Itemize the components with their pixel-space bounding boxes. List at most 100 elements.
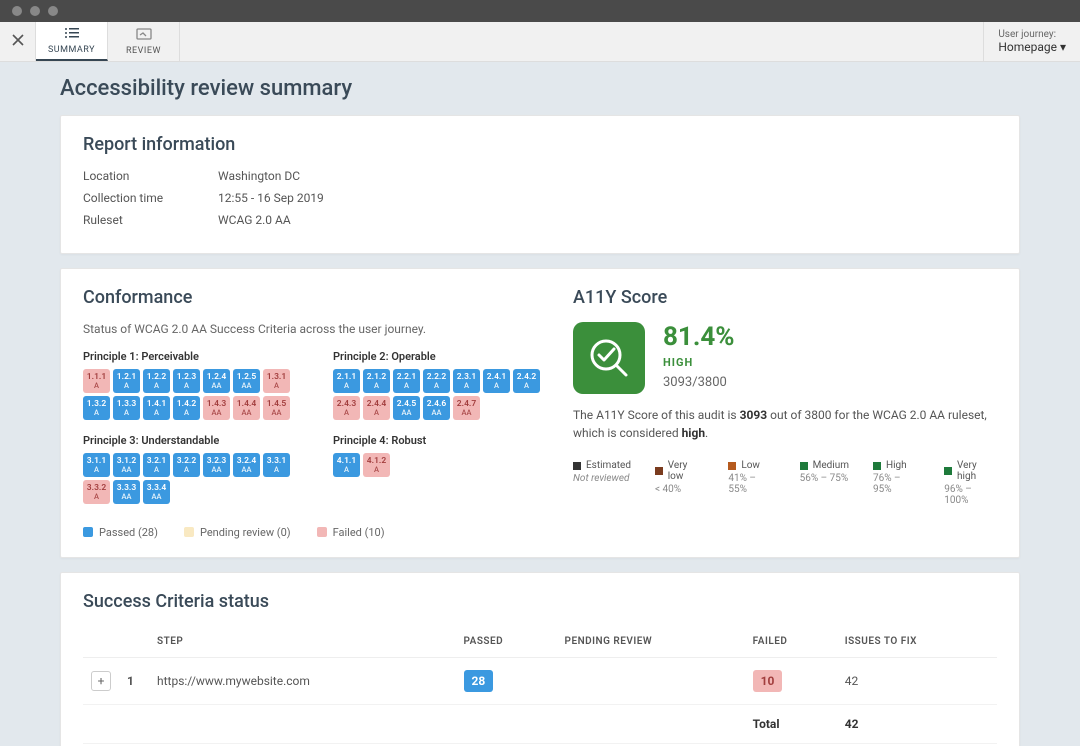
criterion-chip[interactable]: 2.4.5AA bbox=[393, 396, 420, 420]
criterion-chip[interactable]: 2.4.4A bbox=[363, 396, 390, 420]
criterion-chip[interactable]: 3.2.1A bbox=[143, 453, 170, 477]
criterion-chip[interactable]: 3.1.1A bbox=[83, 453, 110, 477]
tab-summary-label: SUMMARY bbox=[48, 45, 95, 55]
criterion-chip[interactable]: 1.3.2A bbox=[83, 396, 110, 420]
principle-title: Principle 2: Operable bbox=[333, 350, 543, 363]
report-info-value: Washington DC bbox=[218, 169, 300, 183]
report-info-heading: Report information bbox=[83, 134, 997, 155]
status-column-header bbox=[119, 626, 149, 658]
user-journey-selector[interactable]: User journey: Homepage ▾ bbox=[983, 22, 1080, 61]
report-info-value: 12:55 - 16 Sep 2019 bbox=[218, 191, 324, 205]
criterion-chip[interactable]: 1.1.1A bbox=[83, 369, 110, 393]
criterion-chip[interactable]: 1.2.2A bbox=[143, 369, 170, 393]
close-icon bbox=[11, 32, 25, 51]
conformance-subtext: Status of WCAG 2.0 AA Success Criteria a… bbox=[83, 322, 543, 336]
criterion-chip[interactable]: 1.4.4AA bbox=[233, 396, 260, 420]
status-heading: Success Criteria status bbox=[83, 591, 997, 612]
row-step: https://www.mywebsite.com bbox=[149, 658, 456, 705]
criterion-chip[interactable]: 1.2.4AA bbox=[203, 369, 230, 393]
criterion-chip[interactable]: 1.4.2A bbox=[173, 396, 200, 420]
window-chrome bbox=[0, 0, 1080, 22]
a11y-legend-item: Very low< 40% bbox=[655, 460, 704, 506]
content-area: Accessibility review summary Report info… bbox=[0, 62, 1080, 746]
user-journey-value: Homepage bbox=[998, 40, 1057, 54]
tab-summary[interactable]: SUMMARY bbox=[36, 22, 108, 61]
topbar: SUMMARY REVIEW User journey: Homepage ▾ bbox=[0, 22, 1080, 62]
criterion-chip[interactable]: 1.4.3AA bbox=[203, 396, 230, 420]
criterion-chip[interactable]: 2.1.1A bbox=[333, 369, 360, 393]
criterion-chip[interactable]: 4.1.2A bbox=[363, 453, 390, 477]
table-row: + 1 https://www.mywebsite.com 28 10 42 bbox=[83, 658, 997, 705]
principle-title: Principle 1: Perceivable bbox=[83, 350, 293, 363]
criterion-chip[interactable]: 1.4.1A bbox=[143, 396, 170, 420]
criterion-chip[interactable]: 2.4.1A bbox=[483, 369, 510, 393]
a11y-legend-item: Very high96% – 100% bbox=[944, 460, 997, 506]
report-info-row: RulesetWCAG 2.0 AA bbox=[83, 213, 997, 227]
criterion-chip[interactable]: 2.4.3A bbox=[333, 396, 360, 420]
principle-block: Principle 1: Perceivable1.1.1A1.2.1A1.2.… bbox=[83, 350, 293, 428]
expand-button[interactable]: + bbox=[91, 671, 111, 691]
a11y-score-label: HIGH bbox=[663, 356, 735, 369]
conformance-legend: Passed (28) Pending review (0) Failed (1… bbox=[83, 526, 543, 539]
status-column-header: ISSUES TO FIX bbox=[837, 626, 997, 658]
criterion-chip[interactable]: 1.2.3A bbox=[173, 369, 200, 393]
traffic-light-max[interactable] bbox=[48, 6, 58, 16]
list-icon bbox=[64, 27, 80, 43]
criterion-chip[interactable]: 4.1.1A bbox=[333, 453, 360, 477]
criterion-chip[interactable]: 3.3.1A bbox=[263, 453, 290, 477]
legend-passed: Passed (28) bbox=[83, 526, 158, 539]
report-info-row: LocationWashington DC bbox=[83, 169, 997, 183]
a11y-legend-item: Medium56% – 75% bbox=[800, 460, 849, 506]
status-column-header: PENDING REVIEW bbox=[557, 626, 745, 658]
criterion-chip[interactable]: 1.2.5AA bbox=[233, 369, 260, 393]
a11y-legend-item: Low41% – 55% bbox=[728, 460, 775, 506]
criterion-chip[interactable]: 1.3.1A bbox=[263, 369, 290, 393]
principle-block: Principle 3: Understandable3.1.1A3.1.2AA… bbox=[83, 434, 293, 512]
legend-failed: Failed (10) bbox=[317, 526, 385, 539]
a11y-heading: A11Y Score bbox=[573, 287, 997, 308]
criterion-chip[interactable]: 1.3.3A bbox=[113, 396, 140, 420]
criterion-chip[interactable]: 3.3.4AA bbox=[143, 480, 170, 504]
criterion-chip[interactable]: 3.2.2A bbox=[173, 453, 200, 477]
status-column-header: PASSED bbox=[456, 626, 557, 658]
a11y-badge-icon bbox=[573, 322, 645, 394]
tab-review[interactable]: REVIEW bbox=[108, 22, 180, 61]
criterion-chip[interactable]: 1.4.5AA bbox=[263, 396, 290, 420]
issues-cell: 42 bbox=[837, 658, 997, 705]
report-info-card: Report information LocationWashington DC… bbox=[60, 115, 1020, 254]
status-column-header bbox=[83, 626, 119, 658]
criterion-chip[interactable]: 3.3.3AA bbox=[113, 480, 140, 504]
principle-block: Principle 2: Operable2.1.1A2.1.2A2.2.1A2… bbox=[333, 350, 543, 428]
criterion-chip[interactable]: 2.3.1A bbox=[453, 369, 480, 393]
card-icon bbox=[136, 28, 152, 44]
criterion-chip[interactable]: 2.2.1A bbox=[393, 369, 420, 393]
status-column-header: STEP bbox=[149, 626, 456, 658]
a11y-legend: EstimatedNot reviewedVery low< 40%Low41%… bbox=[573, 460, 997, 506]
a11y-score-description: The A11Y Score of this audit is 3093 out… bbox=[573, 406, 993, 442]
report-info-row: Collection time12:55 - 16 Sep 2019 bbox=[83, 191, 997, 205]
criterion-chip[interactable]: 2.4.2A bbox=[513, 369, 540, 393]
criterion-chip[interactable]: 1.2.1A bbox=[113, 369, 140, 393]
report-info-label: Location bbox=[83, 169, 218, 183]
traffic-light-min[interactable] bbox=[30, 6, 40, 16]
criterion-chip[interactable]: 3.3.2A bbox=[83, 480, 110, 504]
criterion-chip[interactable]: 3.2.4AA bbox=[233, 453, 260, 477]
a11y-legend-item: High76% – 95% bbox=[873, 460, 920, 506]
close-button[interactable] bbox=[0, 22, 36, 61]
pending-cell bbox=[557, 658, 745, 705]
page-title: Accessibility review summary bbox=[60, 76, 1020, 101]
traffic-light-close[interactable] bbox=[12, 6, 22, 16]
row-number: 1 bbox=[119, 658, 149, 705]
criterion-chip[interactable]: 2.1.2A bbox=[363, 369, 390, 393]
criterion-chip[interactable]: 2.4.7AA bbox=[453, 396, 480, 420]
criterion-chip[interactable]: 2.2.2A bbox=[423, 369, 450, 393]
tab-review-label: REVIEW bbox=[126, 46, 161, 56]
criterion-chip[interactable]: 3.2.3AA bbox=[203, 453, 230, 477]
a11y-score-percent: 81.4% bbox=[663, 322, 735, 352]
criterion-chip[interactable]: 3.1.2AA bbox=[113, 453, 140, 477]
criterion-chip[interactable]: 2.4.6AA bbox=[423, 396, 450, 420]
passed-badge: 28 bbox=[464, 670, 494, 692]
total-label: Total bbox=[745, 705, 837, 744]
report-info-value: WCAG 2.0 AA bbox=[218, 213, 291, 227]
user-journey-label: User journey: bbox=[998, 29, 1066, 40]
